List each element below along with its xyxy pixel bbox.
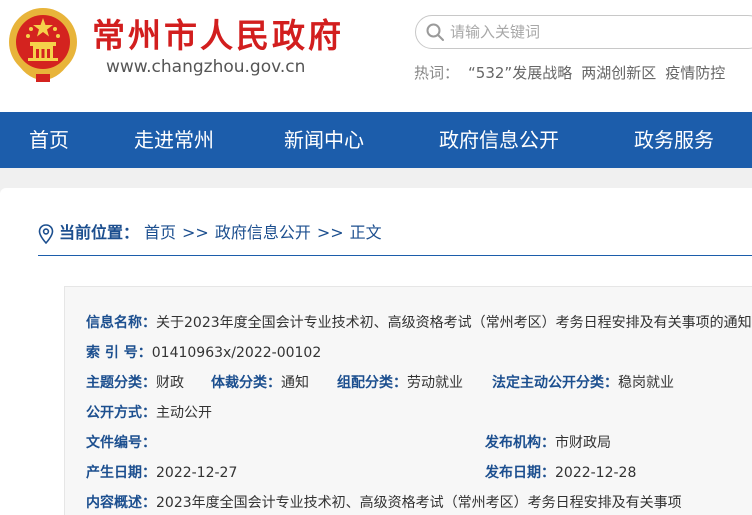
- info-summary-label: 内容概述：: [86, 495, 156, 511]
- info-docno-label: 文件编号：: [86, 435, 156, 451]
- breadcrumb-separator: >>: [182, 223, 209, 242]
- hot-words: 热词： “532”发展战略 两湖创新区 疫情防控: [414, 63, 725, 83]
- info-method-value: 主动公开: [156, 405, 212, 421]
- info-published: 发布日期：2022-12-28: [485, 461, 636, 485]
- breadcrumb-link-home[interactable]: 首页: [144, 223, 176, 242]
- info-row-summary: 内容概述：2023年度全国会计专业技术初、高级资格考试（常州考区）考务日程安排及…: [86, 491, 682, 515]
- breadcrumb: 当前位置： 首页 >> 政府信息公开 >> 正文: [38, 220, 752, 256]
- info-created-value: 2022-12-27: [156, 465, 238, 481]
- info-index-value: 01410963x/2022-00102: [151, 345, 322, 361]
- info-row-dates: 产生日期：2022-12-27 发布日期：2022-12-28: [86, 461, 746, 485]
- info-created: 产生日期：2022-12-27: [86, 461, 237, 485]
- nav-item-gov-info-disclosure[interactable]: 政府信息公开: [439, 112, 559, 168]
- info-publisher: 发布机构：市财政局: [485, 431, 611, 455]
- info-row-docno-publisher: 文件编号： 发布机构：市财政局: [86, 431, 746, 455]
- document-info-box: 信息名称：关于2023年度全国会计专业技术初、高级资格考试（常州考区）考务日程安…: [64, 286, 752, 515]
- search-box: [415, 15, 752, 49]
- main-nav: 首页 走进常州 新闻中心 政府信息公开 政务服务: [0, 112, 752, 168]
- search-input[interactable]: [450, 20, 750, 44]
- breadcrumb-label: 当前位置：: [59, 223, 140, 242]
- hot-word-link[interactable]: 两湖创新区: [581, 64, 656, 82]
- info-published-value: 2022-12-28: [555, 465, 637, 481]
- nav-item-gov-services[interactable]: 政务服务: [634, 112, 714, 168]
- info-org: 组配分类：劳动就业: [337, 371, 463, 395]
- info-title-label: 信息名称：: [86, 315, 156, 331]
- hot-words-label: 热词：: [414, 64, 460, 82]
- info-statutory: 法定主动公开分类：稳岗就业: [492, 371, 674, 395]
- info-docno: 文件编号：: [86, 431, 156, 455]
- info-genre-label: 体裁分类：: [211, 375, 281, 391]
- site-header: 常州市人民政府 www.changzhou.gov.cn 热词： “532”发展战…: [0, 0, 752, 112]
- info-publisher-value: 市财政局: [555, 435, 611, 451]
- breadcrumb-link-gov-info[interactable]: 政府信息公开: [215, 223, 311, 242]
- breadcrumb-links: 首页 >> 政府信息公开 >> 正文: [144, 220, 382, 246]
- info-publisher-label: 发布机构：: [485, 435, 555, 451]
- info-org-value: 劳动就业: [407, 375, 463, 391]
- national-emblem-icon[interactable]: [6, 4, 80, 84]
- info-org-label: 组配分类：: [337, 375, 407, 391]
- info-topic-label: 主题分类：: [86, 375, 156, 391]
- breadcrumb-separator: >>: [316, 223, 344, 242]
- info-published-label: 发布日期：: [485, 465, 555, 481]
- info-title-value: 关于2023年度全国会计专业技术初、高级资格考试（常州考区）考务日程安排及有关事…: [156, 315, 752, 331]
- info-index-label: 索 引 号：: [86, 345, 152, 361]
- site-title[interactable]: 常州市人民政府: [92, 14, 344, 58]
- info-row-title: 信息名称：关于2023年度全国会计专业技术初、高级资格考试（常州考区）考务日程安…: [86, 311, 752, 335]
- info-topic: 主题分类：财政: [86, 371, 184, 395]
- location-pin-icon: [38, 224, 54, 244]
- info-row-classification: 主题分类：财政 体裁分类：通知 组配分类：劳动就业 法定主动公开分类：稳岗就业: [86, 371, 746, 395]
- info-row-method: 公开方式：主动公开: [86, 401, 212, 425]
- breadcrumb-link-current[interactable]: 正文: [350, 223, 382, 242]
- info-statutory-label: 法定主动公开分类：: [492, 375, 618, 391]
- site-url: www.changzhou.gov.cn: [106, 57, 306, 77]
- info-method-label: 公开方式：: [86, 405, 156, 421]
- info-row-index: 索 引 号：01410963x/2022-00102: [86, 341, 321, 365]
- search-icon[interactable]: [425, 22, 445, 42]
- info-genre-value: 通知: [281, 375, 309, 391]
- info-statutory-value: 稳岗就业: [618, 375, 674, 391]
- info-summary-value: 2023年度全国会计专业技术初、高级资格考试（常州考区）考务日程安排及有关事项: [156, 495, 682, 511]
- nav-item-news-center[interactable]: 新闻中心: [284, 112, 364, 168]
- nav-item-about-changzhou[interactable]: 走进常州: [134, 112, 214, 168]
- info-genre: 体裁分类：通知: [211, 371, 309, 395]
- hot-word-link[interactable]: 疫情防控: [665, 64, 725, 82]
- info-topic-value: 财政: [156, 375, 184, 391]
- content-card: 当前位置： 首页 >> 政府信息公开 >> 正文 信息名称：关于2023年度全国会计专业…: [0, 188, 752, 515]
- info-created-label: 产生日期：: [86, 465, 156, 481]
- nav-item-home[interactable]: 首页: [29, 112, 69, 168]
- hot-word-link[interactable]: “532”发展战略: [468, 64, 572, 82]
